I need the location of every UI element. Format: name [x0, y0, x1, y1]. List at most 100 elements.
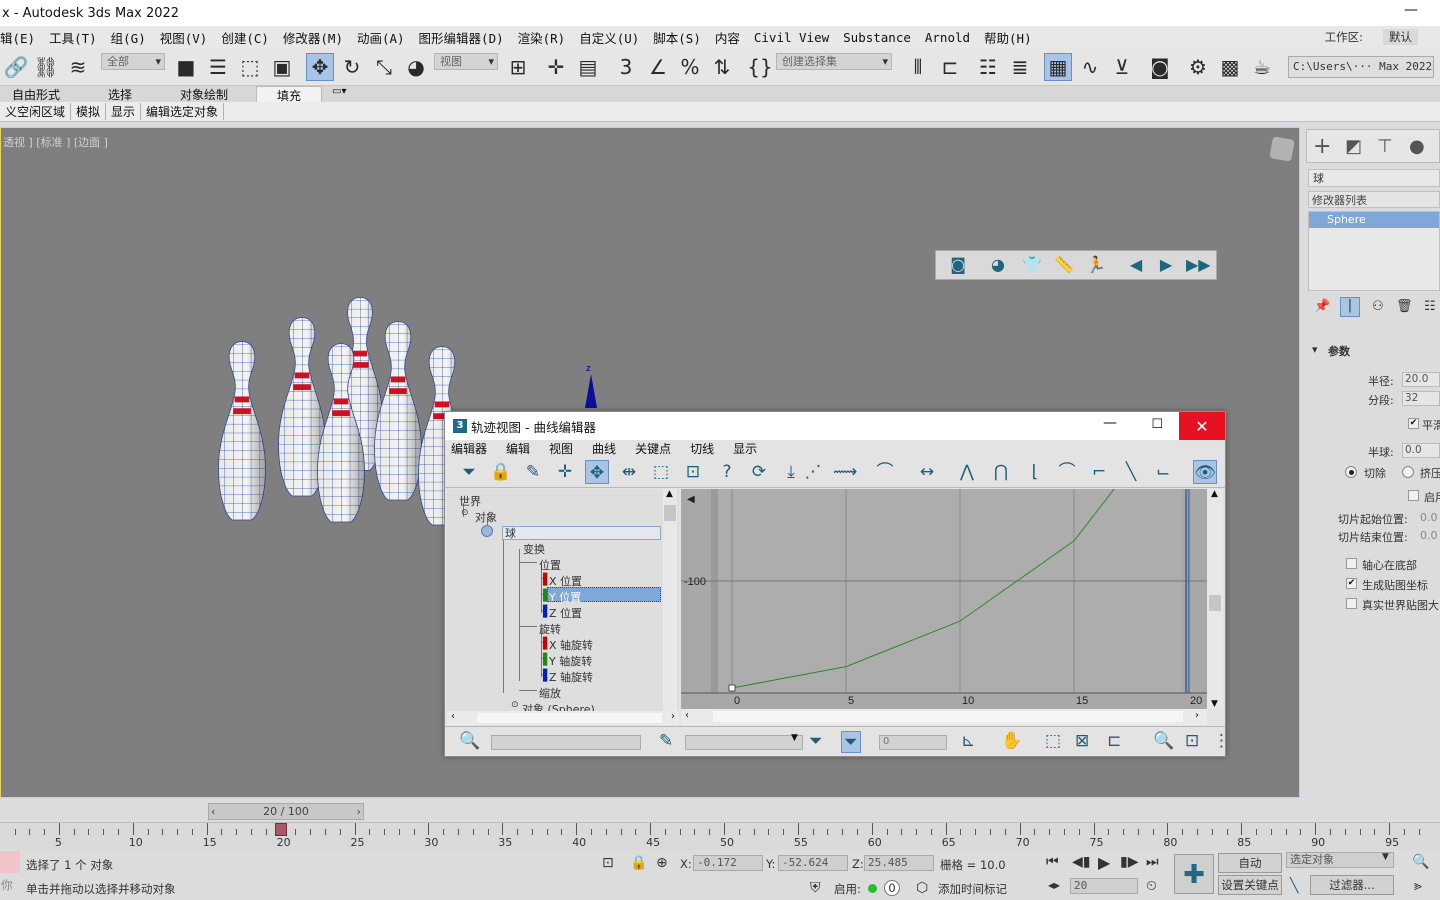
play-animation-icon[interactable]: ▶	[1098, 853, 1110, 872]
subtab-idle-area[interactable]: 义空闲区域	[0, 103, 72, 120]
minimize-icon[interactable]: —	[1103, 415, 1117, 431]
ce-menu-edit[interactable]: 编辑	[506, 440, 530, 457]
menu-arnold[interactable]: Arnold	[925, 30, 970, 45]
filter-selected-icon[interactable]: ⏷	[809, 731, 823, 751]
key-tangent-icon[interactable]: ╲	[1290, 878, 1298, 894]
filter-icon[interactable]: ⏷	[457, 460, 481, 484]
current-frame-field[interactable]: 20	[1070, 878, 1138, 894]
select-place-icon[interactable]: ◕	[402, 53, 430, 81]
project-path-box[interactable]: C:\Users\··· Max 2022	[1288, 56, 1434, 78]
tree-rotation[interactable]: 旋转	[539, 621, 561, 637]
menu-civil-view[interactable]: Civil View	[754, 30, 829, 45]
time-slider[interactable]: ‹ 20 / 100 ›	[208, 803, 364, 820]
params-rollout-icon[interactable]: ▾	[1312, 343, 1318, 356]
menu-animation[interactable]: 动画(A)	[357, 28, 405, 47]
stack-item-sphere[interactable]: Sphere	[1309, 212, 1439, 228]
curve-graph[interactable]: -100 ◀ 0 5 10 15 20	[681, 489, 1207, 709]
reference-coord-dropdown[interactable]: 视图	[434, 53, 498, 70]
maxscript-listener-box[interactable]	[0, 851, 20, 873]
time-config-icon[interactable]: ⏲	[1146, 878, 1157, 894]
next-key-icon[interactable]: ▶▶	[1186, 255, 1211, 277]
segments-spinner[interactable]: 32	[1402, 391, 1440, 406]
zoom-selected-icon[interactable]: 🔍	[459, 731, 480, 751]
track-name-field[interactable]	[491, 735, 641, 750]
chop-radio[interactable]	[1345, 466, 1357, 478]
params-rollout-title[interactable]: 参数	[1328, 343, 1350, 359]
snap-frames-icon[interactable]: ⟿	[833, 460, 857, 484]
soft-select-icon[interactable]: ⋰	[801, 460, 825, 484]
menu-create[interactable]: 创建(C)	[221, 28, 269, 47]
tangent-linear-icon[interactable]: ╲	[1119, 460, 1143, 484]
tree-scale[interactable]: 缩放	[539, 685, 561, 701]
menu-group[interactable]: 组(G)	[111, 28, 146, 47]
adaptive-degradation-icon[interactable]: ⛨	[810, 880, 821, 896]
zoom-icon[interactable]: 🔍	[1153, 731, 1174, 751]
menu-customize[interactable]: 自定义(U)	[579, 28, 639, 47]
tangent-smooth-icon[interactable]: ⌙	[1151, 460, 1175, 484]
graph-left-arrow-icon[interactable]: ◀	[687, 494, 695, 505]
slice-from-value[interactable]: 0.0	[1420, 511, 1438, 524]
character-icon[interactable]: 🏃	[1084, 255, 1108, 277]
select-rotate-icon[interactable]: ↻	[338, 53, 366, 81]
graph-v-scrollbar[interactable]: ▲ ▼	[1207, 489, 1223, 709]
scene-explorer-icon[interactable]: ☷	[974, 53, 1002, 81]
curve-editor-title-bar[interactable]: 3 轨迹视图 - 曲线编辑器 — ☐ ✕	[445, 412, 1225, 440]
select-scale-icon[interactable]: ⤡	[370, 53, 398, 81]
graph-h-scrollbar[interactable]: ‹ ›	[681, 709, 1207, 725]
lock-selection-icon[interactable]: 🔒	[489, 460, 513, 484]
filters-button[interactable]: 过滤器...	[1310, 875, 1394, 895]
zoom-region-icon[interactable]: ⊡	[1185, 731, 1199, 751]
next-frame-icon[interactable]: ▮▶	[1120, 854, 1138, 870]
render-setup-icon[interactable]: ⚙	[1184, 53, 1212, 81]
ce-menu-curves[interactable]: 曲线	[592, 440, 616, 457]
key-filter-dropdown[interactable]: 选定对象	[1286, 852, 1394, 868]
dropdown-arrow-icon[interactable]: ▼	[791, 733, 798, 743]
menu-content[interactable]: 内容	[715, 28, 740, 47]
key-reducer-icon[interactable]: ⤓	[779, 460, 803, 484]
ce-menu-editor[interactable]: 编辑器	[451, 440, 487, 457]
tree-h-scrollbar[interactable]: ‹ ›	[447, 711, 679, 725]
remove-modifier-icon[interactable]: 🗑	[1396, 299, 1413, 314]
pan-icon[interactable]: ✋	[1001, 731, 1022, 751]
modify-tab-icon[interactable]: ◩	[1345, 136, 1362, 157]
snaps-toggle-icon[interactable]: 3	[612, 53, 640, 81]
selection-filter-dropdown[interactable]: 全部	[101, 53, 165, 70]
keyboard-shortcut-icon[interactable]: ▤	[574, 53, 602, 81]
track-set-dropdown[interactable]	[685, 735, 803, 750]
named-selection-icon[interactable]: {}	[746, 53, 774, 81]
absolute-mode-icon[interactable]: ⊕	[656, 855, 668, 871]
close-icon[interactable]: ✕	[1179, 412, 1225, 440]
tangent-auto-icon[interactable]: ⋀	[955, 460, 979, 484]
curve-editor-window[interactable]: 3 轨迹视图 - 曲线编辑器 — ☐ ✕ 编辑器 编辑 视图 曲线 关键点 切线…	[444, 411, 1230, 757]
bowling-pin[interactable]	[217, 341, 267, 521]
more-icon[interactable]: ⋮	[1213, 731, 1230, 751]
radius-spinner[interactable]: 20.0	[1402, 372, 1440, 387]
render-icon[interactable]: ◙	[946, 255, 970, 277]
maxscript-input[interactable]: 你	[1, 877, 13, 893]
subtab-simulate[interactable]: 模拟	[71, 103, 107, 120]
zoom-extents-icon[interactable]: 🔍	[1412, 854, 1429, 870]
object-name-field[interactable]: 球	[1308, 169, 1440, 187]
play-icon[interactable]: ▶	[1154, 255, 1178, 277]
frame-field[interactable]: 0	[879, 735, 947, 750]
parameter-curve-out-of-range-icon[interactable]: ?	[715, 460, 739, 484]
select-object-icon[interactable]: ■	[172, 53, 200, 81]
cloth-icon[interactable]: 👕	[1020, 255, 1044, 277]
auto-key-button[interactable]: 自动	[1218, 853, 1282, 873]
track-bar[interactable]: 5 10 15 20 25 30 35 40 45 50 55 60 65 70 75 80 85 90 95	[0, 822, 1440, 850]
menu-rendering[interactable]: 渲染(R)	[518, 28, 566, 47]
tree-z-position[interactable]: Z 位置	[549, 605, 582, 621]
subtab-display[interactable]: 显示	[106, 103, 142, 120]
curve-key[interactable]	[728, 684, 736, 692]
frame-horizontal-icon[interactable]: ⬚	[1045, 731, 1061, 751]
link-icon[interactable]: 🔗	[2, 53, 30, 81]
tree-y-position[interactable]: Y 位置	[549, 589, 581, 605]
real-world-map-checkbox[interactable]	[1346, 598, 1357, 609]
rect-selection-icon[interactable]: ⬚	[236, 53, 264, 81]
menu-tools[interactable]: 工具(T)	[49, 28, 97, 47]
goto-end-icon[interactable]: ⏭	[1146, 854, 1159, 870]
z-coord-field[interactable]: 25.485	[864, 855, 934, 871]
x-coord-field[interactable]: -0.172	[693, 855, 763, 871]
menu-scripting[interactable]: 脚本(S)	[653, 28, 701, 47]
prev-frame-icon[interactable]: ◀▮	[1072, 854, 1090, 870]
